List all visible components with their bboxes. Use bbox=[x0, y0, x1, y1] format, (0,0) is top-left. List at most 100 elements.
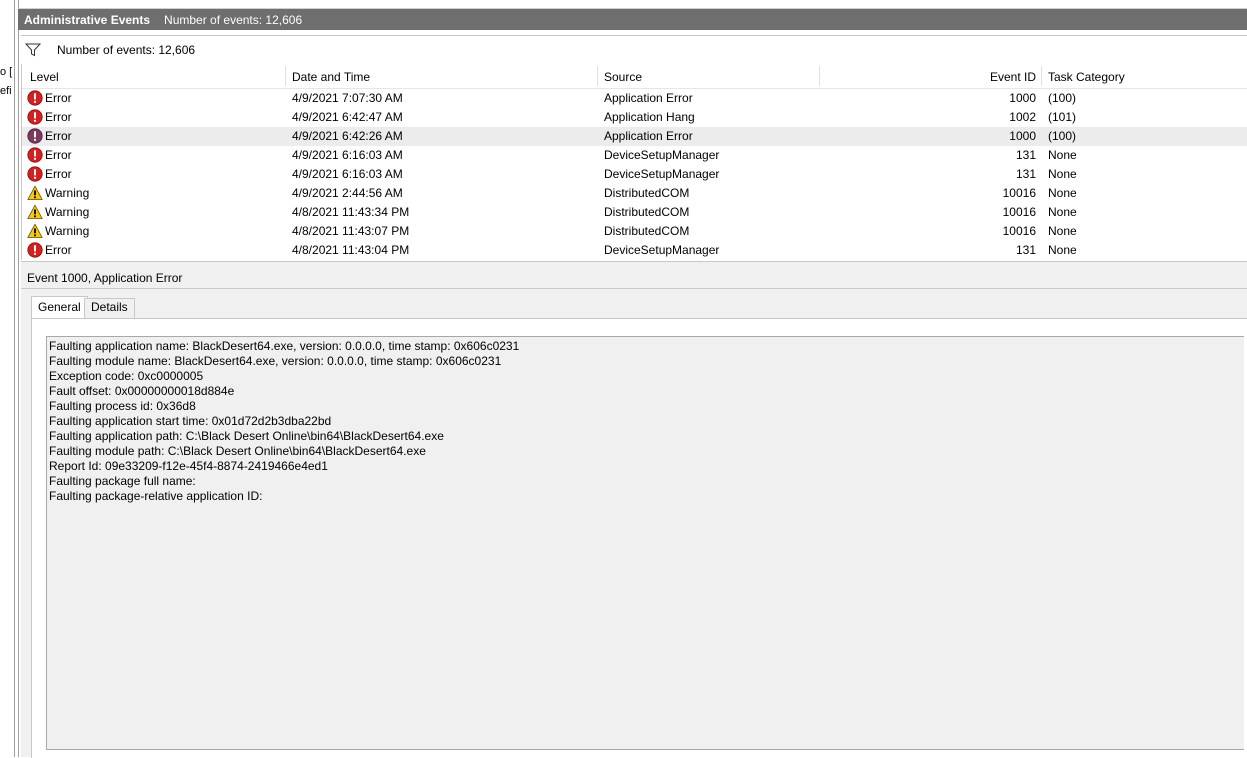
level-label: Warning bbox=[45, 186, 90, 200]
datetime-cell: 4/9/2021 6:42:26 AM bbox=[292, 129, 403, 143]
event-id-cell: 131 bbox=[1015, 148, 1036, 162]
event-detail-title: Event 1000, Application Error bbox=[27, 271, 183, 285]
task-category-cell: None bbox=[1048, 243, 1077, 257]
datetime-cell: 4/9/2021 7:07:30 AM bbox=[292, 91, 403, 105]
datetime-cell: 4/9/2021 2:44:56 AM bbox=[292, 186, 403, 200]
detail-title-divider bbox=[21, 288, 1247, 289]
warning-icon bbox=[27, 204, 43, 219]
level-label: Error bbox=[45, 167, 72, 181]
filter-event-count: Number of events: 12,606 bbox=[57, 43, 196, 57]
events-table: Level Date and Time Source Event ID Task… bbox=[21, 64, 1247, 260]
level-cell: Warning bbox=[27, 223, 89, 239]
event-id-cell: 131 bbox=[1015, 243, 1036, 257]
level-label: Warning bbox=[45, 224, 90, 238]
column-divider[interactable] bbox=[1041, 66, 1042, 86]
general-tab-panel: Faulting application name: BlackDesert64… bbox=[31, 318, 1247, 758]
table-row[interactable]: Error 4/9/2021 7:07:30 AM Application Er… bbox=[22, 89, 1247, 108]
datetime-cell: 4/8/2021 11:43:04 PM bbox=[292, 243, 410, 257]
task-category-cell: None bbox=[1048, 167, 1077, 181]
table-row[interactable]: Error 4/9/2021 6:16:03 AM DeviceSetupMan… bbox=[22, 146, 1247, 165]
description-line: Faulting application name: BlackDesert64… bbox=[49, 339, 520, 353]
datetime-cell: 4/9/2021 6:42:47 AM bbox=[292, 110, 403, 124]
column-header-task-category[interactable]: Task Category bbox=[1048, 70, 1125, 84]
warning-icon bbox=[27, 185, 43, 200]
column-header-source[interactable]: Source bbox=[604, 70, 642, 84]
error-icon bbox=[27, 109, 43, 125]
event-id-cell: 10016 bbox=[1002, 205, 1036, 219]
error-icon bbox=[27, 90, 43, 106]
event-id-cell: 10016 bbox=[1002, 224, 1036, 238]
table-header: Level Date and Time Source Event ID Task… bbox=[22, 64, 1247, 89]
table-row[interactable]: Warning 4/9/2021 2:44:56 AM DistributedC… bbox=[22, 184, 1247, 203]
error-icon bbox=[27, 147, 43, 163]
description-line: Exception code: 0xc0000005 bbox=[49, 369, 204, 383]
pane-divider-inner bbox=[18, 0, 19, 757]
description-line: Report Id: 09e33209-f12e-45f4-8874-24194… bbox=[49, 459, 328, 473]
level-label: Error bbox=[45, 91, 72, 105]
source-cell: DistributedCOM bbox=[604, 186, 690, 200]
column-divider[interactable] bbox=[819, 66, 820, 86]
event-description-textbox[interactable]: Faulting application name: BlackDesert64… bbox=[46, 336, 1244, 750]
view-title: Administrative Events bbox=[24, 12, 151, 27]
column-divider[interactable] bbox=[285, 66, 286, 86]
event-id-cell: 131 bbox=[1015, 167, 1036, 181]
event-id-cell: 10016 bbox=[1002, 186, 1036, 200]
source-cell: DistributedCOM bbox=[604, 224, 690, 238]
level-cell: Warning bbox=[27, 185, 89, 201]
level-label: Error bbox=[45, 148, 72, 162]
column-header-event-id[interactable]: Event ID bbox=[976, 70, 1036, 84]
view-event-count: Number of events: 12,606 bbox=[164, 12, 303, 27]
task-category-cell: None bbox=[1048, 186, 1077, 200]
datetime-cell: 4/8/2021 11:43:34 PM bbox=[292, 205, 410, 219]
level-cell: Error bbox=[27, 242, 72, 258]
left-pane-fragment: o [ bbox=[0, 66, 13, 78]
column-divider[interactable] bbox=[597, 66, 598, 86]
table-row[interactable]: Error 4/9/2021 6:16:03 AM DeviceSetupMan… bbox=[22, 165, 1247, 184]
level-label: Warning bbox=[45, 205, 90, 219]
datetime-cell: 4/8/2021 11:43:07 PM bbox=[292, 224, 410, 238]
event-id-cell: 1002 bbox=[1009, 110, 1036, 124]
description-line: Faulting module path: C:\Black Desert On… bbox=[49, 444, 426, 458]
level-label: Error bbox=[45, 129, 72, 143]
description-line: Fault offset: 0x00000000018d884e bbox=[49, 384, 235, 398]
level-label: Error bbox=[45, 110, 72, 124]
event-id-cell: 1000 bbox=[1009, 91, 1036, 105]
tab-details[interactable]: Details bbox=[84, 298, 135, 319]
description-line: Faulting process id: 0x36d8 bbox=[49, 399, 196, 413]
level-label: Error bbox=[45, 243, 72, 257]
source-cell: DeviceSetupManager bbox=[604, 243, 720, 257]
pane-divider[interactable] bbox=[14, 0, 15, 757]
description-line: Faulting package full name: bbox=[49, 474, 196, 488]
column-header-level[interactable]: Level bbox=[30, 70, 59, 84]
datetime-cell: 4/9/2021 6:16:03 AM bbox=[292, 167, 403, 181]
filter-icon[interactable] bbox=[25, 42, 43, 58]
task-category-cell: (100) bbox=[1048, 129, 1077, 143]
error-icon bbox=[27, 242, 43, 258]
warning-icon bbox=[27, 223, 43, 238]
task-category-cell: None bbox=[1048, 224, 1077, 238]
column-header-date-time[interactable]: Date and Time bbox=[292, 70, 370, 84]
description-line: Faulting package-relative application ID… bbox=[49, 489, 263, 503]
task-category-cell: (101) bbox=[1048, 110, 1077, 124]
source-cell: DistributedCOM bbox=[604, 205, 690, 219]
table-row[interactable]: Error 4/9/2021 6:42:47 AM Application Ha… bbox=[22, 108, 1247, 127]
source-cell: Application Error bbox=[604, 129, 693, 143]
source-cell: DeviceSetupManager bbox=[604, 167, 720, 181]
description-line: Faulting application path: C:\Black Dese… bbox=[49, 429, 444, 443]
task-category-cell: None bbox=[1048, 205, 1077, 219]
datetime-cell: 4/9/2021 6:16:03 AM bbox=[292, 148, 403, 162]
source-cell: Application Error bbox=[604, 91, 693, 105]
description-line: Faulting module name: BlackDesert64.exe,… bbox=[49, 354, 502, 368]
event-detail-pane: Event 1000, Application Error General De… bbox=[21, 268, 1247, 758]
level-cell: Error bbox=[27, 147, 72, 163]
level-cell: Error bbox=[27, 109, 72, 125]
table-row-selected[interactable]: Error 4/9/2021 6:42:26 AM Application Er… bbox=[22, 127, 1247, 146]
table-row[interactable]: Error 4/8/2021 11:43:04 PM DeviceSetupMa… bbox=[22, 241, 1247, 260]
source-cell: Application Hang bbox=[604, 110, 695, 124]
left-pane-edge: o [ efi bbox=[0, 0, 14, 757]
view-title-bar: Administrative Events Number of events: … bbox=[18, 9, 1247, 30]
filter-bar: Number of events: 12,606 bbox=[21, 35, 1247, 65]
table-row[interactable]: Warning 4/8/2021 11:43:07 PM Distributed… bbox=[22, 222, 1247, 241]
level-cell: Warning bbox=[27, 204, 89, 220]
table-row[interactable]: Warning 4/8/2021 11:43:34 PM Distributed… bbox=[22, 203, 1247, 222]
